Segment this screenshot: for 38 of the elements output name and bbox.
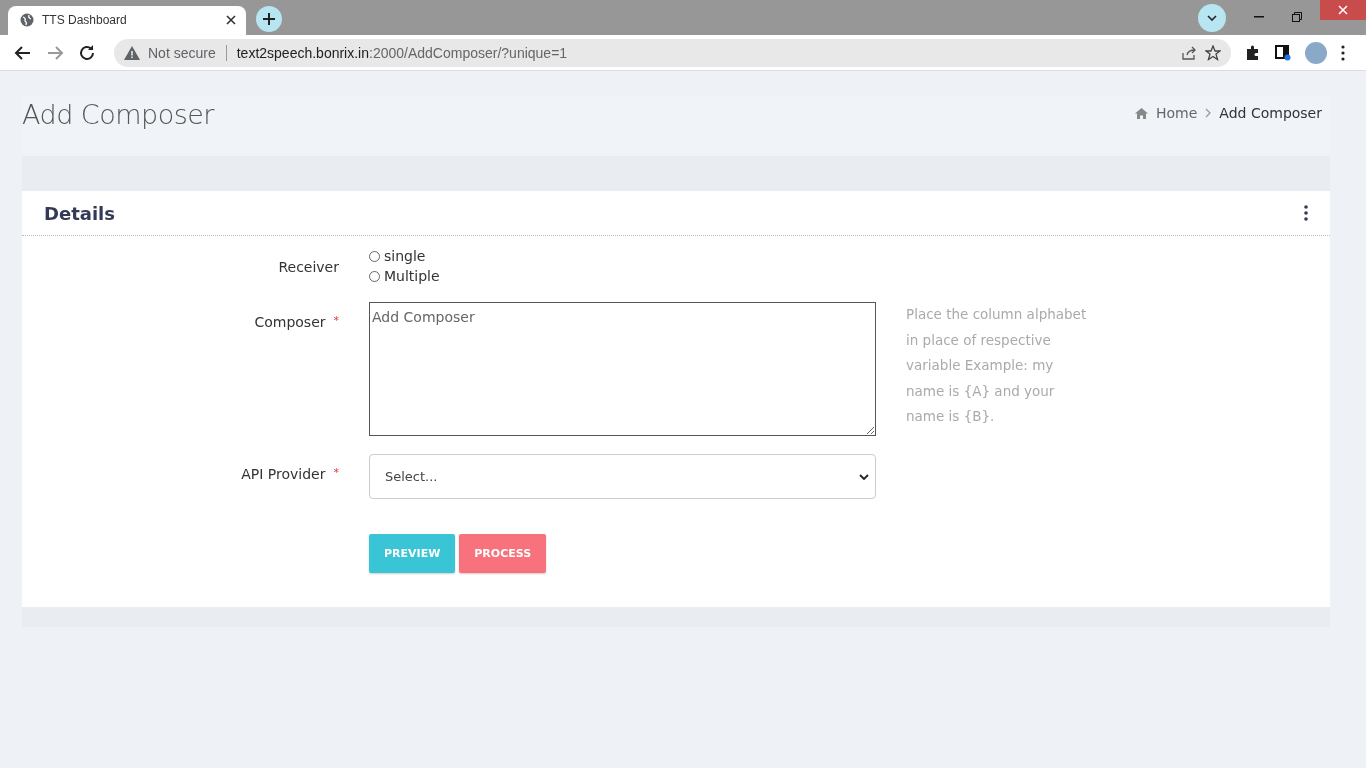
required-asterisk: *	[333, 314, 339, 329]
field-label: Composer	[254, 314, 326, 332]
radio-label: single	[384, 248, 426, 264]
more-icon[interactable]	[1304, 205, 1308, 221]
radio-label: Multiple	[384, 268, 440, 284]
globe-icon	[20, 12, 34, 27]
help-text: Place the column alphabet in place of respective variable Example: my name is {A} and your name is {B}.	[906, 305, 1088, 426]
puzzle-icon[interactable]	[1245, 44, 1261, 61]
close-icon[interactable]	[226, 14, 236, 25]
minimize-icon	[1254, 15, 1264, 18]
plus-icon	[263, 13, 275, 25]
share-icon[interactable]	[1181, 44, 1197, 61]
required-asterisk: *	[333, 466, 339, 481]
warning-icon	[124, 45, 140, 60]
breadcrumb-link[interactable]: Home	[1156, 105, 1198, 121]
new-tab-button[interactable]	[256, 6, 282, 32]
field-label: API Provider	[241, 466, 326, 484]
browser-tab[interactable]: TTS Dashboard	[8, 6, 246, 35]
side-panel-icon[interactable]	[1275, 44, 1291, 61]
composer-textarea[interactable]: Add Composer	[369, 302, 876, 436]
tab-title: TTS Dashboard	[42, 12, 128, 27]
breadcrumb-current: Add Composer	[1219, 105, 1322, 121]
chevron-down-icon	[859, 473, 869, 480]
home-icon	[1135, 107, 1148, 119]
url-text: text2speech.bonrix.in:2000/AddComposer/?unique=1	[236, 44, 569, 61]
card-title: Details	[44, 202, 115, 224]
security-label: Not secure	[148, 44, 216, 61]
star-icon[interactable]	[1205, 44, 1221, 61]
more-icon[interactable]	[1341, 44, 1345, 61]
restore-icon	[1292, 11, 1302, 22]
address-bar[interactable]: Not secure text2speech.bonrix.in:2000/AddComposer/?unique=1	[114, 38, 1231, 67]
field-label: Receiver	[278, 259, 339, 277]
page-title: Add Composer	[22, 99, 214, 130]
chevron-down-icon	[1207, 14, 1217, 21]
chevron-icon	[1205, 108, 1212, 118]
provider-dropdown[interactable]: Select...	[369, 454, 876, 499]
close-icon	[1338, 5, 1348, 15]
tab-search-button[interactable]	[1198, 3, 1226, 32]
